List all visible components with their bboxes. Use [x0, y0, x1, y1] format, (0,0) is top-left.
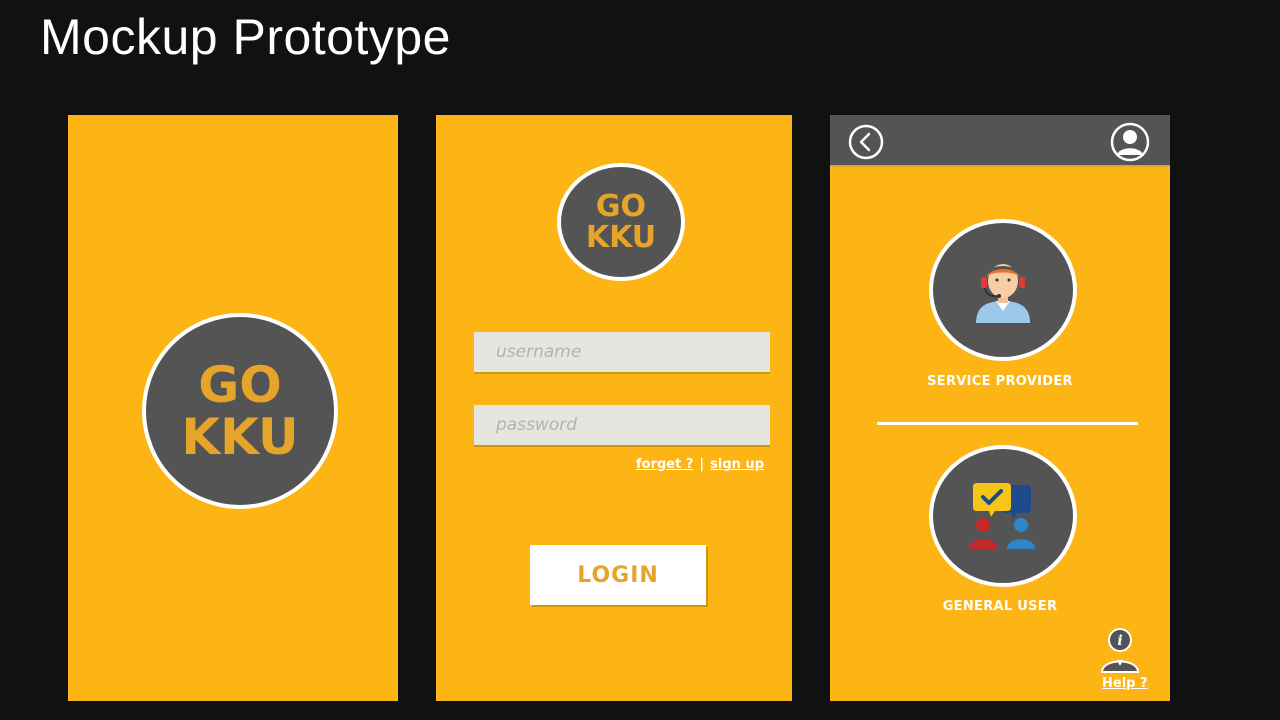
service-provider-label: SERVICE PROVIDER — [927, 374, 1073, 389]
splash-screen: GO KKU — [68, 115, 398, 701]
help-link[interactable]: Help ? — [1102, 676, 1148, 691]
divider — [877, 422, 1138, 425]
slide-title: Mockup Prototype — [40, 9, 451, 65]
general-user-label: GENERAL USER — [942, 599, 1058, 614]
login-button[interactable]: LOGIN — [530, 545, 706, 605]
splash-logo: GO KKU — [142, 313, 338, 509]
password-input[interactable] — [474, 405, 770, 445]
username-input[interactable] — [474, 332, 770, 372]
auth-links: forget ? | sign up — [636, 457, 764, 472]
general-user-option[interactable] — [929, 445, 1077, 587]
user-circle-icon[interactable] — [1110, 122, 1150, 162]
logo-text-go: GO — [198, 355, 282, 414]
sign-up-link[interactable]: sign up — [710, 457, 764, 472]
chat-users-icon — [969, 483, 1035, 549]
chevron-left-circle-icon[interactable] — [848, 124, 884, 160]
logo-text-kku: KKU — [181, 408, 299, 466]
role-select-screen: SERVICE PROVIDER GENERAL USER i Help ? — [830, 115, 1170, 701]
service-provider-option[interactable] — [929, 219, 1077, 361]
link-separator: | — [699, 457, 705, 472]
svg-text:i: i — [1117, 633, 1122, 649]
login-logo: GO KKU — [557, 163, 685, 281]
headset-agent-icon — [976, 264, 1030, 323]
top-bar — [830, 115, 1170, 167]
logo-text-go: GO — [595, 188, 647, 224]
forget-password-link[interactable]: forget ? — [636, 457, 693, 472]
login-screen: GO KKU forget ? | sign up LOGIN — [436, 115, 792, 701]
logo-text-kku: KKU — [585, 220, 657, 255]
info-person-icon[interactable]: i — [1100, 628, 1140, 674]
